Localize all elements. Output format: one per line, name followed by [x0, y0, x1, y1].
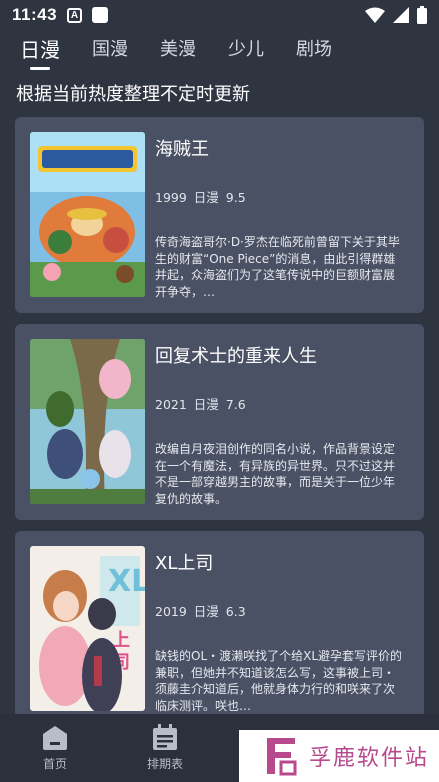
anime-meta: 2021 日漫 7.6: [155, 394, 246, 413]
anime-category: 日漫: [193, 190, 219, 205]
anime-score: 7.6: [225, 397, 246, 412]
nav-schedule-label: 排期表: [146, 757, 183, 771]
tab-kids[interactable]: 少儿: [228, 36, 264, 72]
watermark-logo-icon: [267, 738, 297, 776]
anime-card-xl-boss[interactable]: XL 上 司 XL上司 2019 日漫 6.3 缺钱的OL・渡濑咲找了个给XL避…: [15, 531, 424, 727]
anime-title: 海贼王: [155, 139, 209, 160]
signal-icon: [393, 7, 409, 23]
tab-theater[interactable]: 剧场: [296, 36, 332, 72]
poster-image: XL 上 司: [30, 546, 145, 711]
anime-year: 1999: [155, 190, 187, 205]
anime-meta: 1999 日漫 9.5: [155, 187, 246, 206]
list-subtitle: 根据当前热度整理不定时更新: [16, 84, 250, 105]
status-time: 11:43: [12, 5, 58, 24]
anime-year: 2019: [155, 604, 187, 619]
tab-japanese-anime[interactable]: 日漫: [20, 36, 60, 72]
wifi-icon: [365, 7, 385, 23]
anime-description: 改编自月夜泪创作的同名小说，作品背景设定在一个有魔法，有异族的异世界。只不过这并…: [155, 442, 396, 506]
anime-description: 传奇海盗哥尔·D·罗杰在临死前曾留下关于其毕生的财富“One Piece”的消息…: [155, 235, 400, 299]
svg-text:XL: XL: [108, 564, 145, 599]
calendar-icon: [153, 724, 177, 750]
poster-image: [30, 132, 145, 297]
anime-category: 日漫: [193, 397, 219, 412]
notification-square-icon: [92, 7, 109, 23]
nav-home[interactable]: 首页: [0, 714, 110, 782]
anime-category: 日漫: [193, 604, 219, 619]
nav-home-label: 首页: [42, 757, 67, 771]
anime-description: 缺钱的OL・渡濑咲找了个给XL避孕套写评价的兼职，但她并不知道该怎么写，这事被上…: [155, 649, 403, 713]
watermark-text: 孚鹿软件站: [309, 746, 430, 771]
poster-image: [30, 339, 145, 504]
anime-title: XL上司: [155, 553, 214, 574]
category-tabs: 日漫 国漫 美漫 少儿 剧场: [0, 36, 439, 72]
anime-meta: 2019 日漫 6.3: [155, 601, 246, 620]
nav-schedule[interactable]: 排期表: [110, 714, 220, 782]
anime-card-one-piece[interactable]: 海贼王 1999 日漫 9.5 传奇海盗哥尔·D·罗杰在临死前曾留下关于其毕生的…: [15, 117, 424, 313]
tab-american-anime[interactable]: 美漫: [160, 36, 196, 72]
anime-title: 回复术士的重来人生: [155, 346, 317, 367]
status-bar: 11:43 A: [0, 0, 439, 30]
anime-year: 2021: [155, 397, 187, 412]
home-icon: [43, 726, 67, 750]
battery-icon: [417, 6, 427, 24]
anime-card-redo-healer[interactable]: 回复术士的重来人生 2021 日漫 7.6 改编自月夜泪创作的同名小说，作品背景…: [15, 324, 424, 520]
anime-score: 9.5: [225, 190, 246, 205]
a-notification-icon: A: [67, 7, 83, 23]
tab-chinese-anime[interactable]: 国漫: [92, 36, 128, 72]
anime-score: 6.3: [225, 604, 246, 619]
watermark-logo: 孚鹿软件站: [239, 730, 439, 782]
